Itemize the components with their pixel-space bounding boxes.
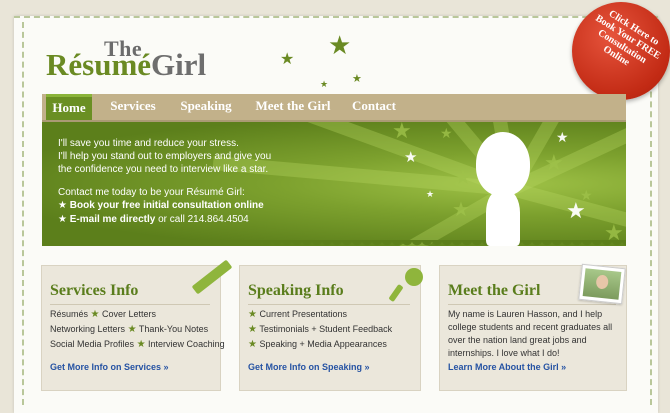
photo-background [582,268,622,300]
speaking-more-link[interactable]: Get More Info on Speaking » [248,362,370,372]
speaking-title[interactable]: Speaking Info [248,282,344,300]
nav-meet-the-girl[interactable]: Meet the Girl [250,94,336,120]
hero-line-1: I'll save you time and reduce your stres… [58,138,239,149]
girl-silhouette [476,132,530,196]
star-icon: ★ [426,189,435,199]
services-title[interactable]: Services Info [50,282,138,300]
white-star-icon: ★ [58,200,67,211]
white-star-icon: ★ [58,214,67,225]
speaking-item-3: ★ Speaking + Media Appearances [248,338,387,351]
bio-line-4: internships. I love what I do! [448,348,560,358]
meet-girl-more-link[interactable]: Learn More About the Girl » [448,362,566,372]
avatar [595,274,609,290]
list-item[interactable]: Interview Coaching [148,339,225,349]
list-item[interactable]: Thank-You Notes [139,324,208,334]
green-star-icon: ★ [248,339,257,350]
green-star-icon: ★ [136,339,146,350]
speaking-box: Speaking Info ★ Current Presentations ★ … [240,266,420,390]
microphone-icon-head [405,268,423,286]
nav-home[interactable]: Home [46,94,92,120]
book-consultation-link[interactable]: Book your free initial consultation onli… [70,200,264,211]
meet-girl-title[interactable]: Meet the Girl [448,282,540,300]
divider [248,304,410,305]
star-icon: ★ [404,149,418,166]
logo-girl[interactable]: Girl [151,47,206,82]
star-icon: ★ [440,125,453,141]
hero-book-row: ★ Book your free initial consultation on… [58,200,264,212]
star-icon: ★ [392,118,412,143]
list-item[interactable]: Résumés [50,309,88,319]
star-icon: ★ [604,220,624,245]
hero-email-row: ★ E-mail me directly or call 214.864.450… [58,214,249,226]
divider [448,304,616,305]
nav-services[interactable]: Services [104,94,162,120]
nav-speaking[interactable]: Speaking [176,94,236,120]
star-icon: ★ [320,79,329,89]
green-star-icon: ★ [248,324,257,335]
bio-line-2: college students and recent graduates al… [448,322,613,332]
speaking-item-2: ★ Testimonials + Student Feedback [248,323,392,336]
services-row-2: Networking Letters ★ Thank-You Notes [50,323,208,336]
star-icon: ★ [452,199,470,221]
speaking-item-1: ★ Current Presentations [248,308,347,321]
star-icon: ★ [280,51,295,68]
divider [50,304,210,305]
list-item[interactable]: Networking Letters [50,324,125,334]
stitch-left [22,22,24,405]
phone-text: or call 214.864.4504 [155,214,249,225]
bio-line-1: My name is Lauren Hasson, and I help [448,309,603,319]
list-item[interactable]: Speaking + Media Appearances [259,339,386,349]
hero-line-3: the confidence you need to interview lik… [58,164,269,175]
hero-contact-intro: Contact me today to be your Résumé Girl: [58,187,245,198]
bio-line-3: over the nation land great jobs and [448,335,587,345]
main-nav: Home Services Speaking Meet the Girl Con… [42,94,626,122]
list-item[interactable]: Testimonials + Student Feedback [259,324,392,334]
green-star-icon: ★ [90,309,100,320]
girl-silhouette-body [486,190,520,246]
list-item[interactable]: Current Presentations [259,309,347,319]
logo-resume[interactable]: Résumé [46,47,151,82]
services-more-link[interactable]: Get More Info on Services » [50,362,169,372]
services-row-3: Social Media Profiles ★ Interview Coachi… [50,338,225,351]
star-icon: ★ [566,198,586,223]
nav-contact[interactable]: Contact [348,94,400,120]
green-star-icon: ★ [127,324,137,335]
star-icon: ★ [544,150,564,175]
hero-scallop-edge [42,240,626,250]
list-item[interactable]: Cover Letters [102,309,156,319]
hero-line-2: I'll help you stand out to employers and… [58,151,272,162]
star-icon: ★ [328,30,352,60]
logo[interactable]: RésuméGirl [46,48,206,82]
services-row-1: Résumés ★ Cover Letters [50,308,156,321]
list-item[interactable]: Social Media Profiles [50,339,134,349]
green-star-icon: ★ [248,309,257,320]
star-icon: ★ [352,73,362,85]
star-icon: ★ [556,129,569,145]
profile-photo[interactable] [578,263,626,305]
email-link[interactable]: E-mail me directly [70,214,156,225]
star-icon: ★ [454,167,472,189]
